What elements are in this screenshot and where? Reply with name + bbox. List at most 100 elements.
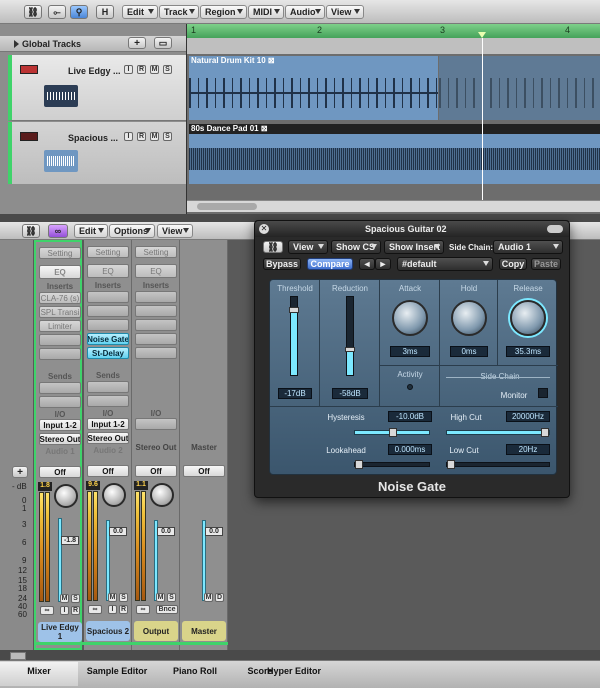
region-1[interactable] (189, 66, 438, 120)
global-tracks-header[interactable]: Global Tracks + ▭ (0, 36, 186, 52)
track-2-input-button[interactable]: I (124, 132, 133, 141)
track-header-2[interactable]: Spacious ... I R M S (8, 122, 186, 184)
strip-1-pan-knob[interactable] (54, 484, 78, 508)
strip-2-link-icon[interactable]: ∞ (88, 605, 102, 614)
copy-button[interactable]: Copy (499, 258, 527, 270)
strip-2-solo-button[interactable]: S (119, 593, 128, 602)
tab-mixer[interactable]: Mixer (0, 662, 78, 686)
release-knob[interactable] (510, 300, 546, 336)
low-cut-slider[interactable] (446, 460, 550, 469)
record-arm-icon[interactable] (20, 65, 38, 74)
strip-1-solo-button[interactable]: S (71, 594, 80, 603)
track-1-input-button[interactable]: I (124, 65, 133, 74)
strip-4-mute-button[interactable]: M (204, 593, 213, 602)
lookahead-thumb[interactable] (355, 460, 363, 469)
threshold-value[interactable]: -17dB (278, 388, 312, 399)
catch-tool-icon[interactable]: ⟜ (48, 5, 66, 19)
region-2[interactable] (189, 134, 600, 184)
strip-2-setting-button[interactable]: Setting (87, 246, 129, 258)
strip-2-eq-button[interactable]: EQ (87, 264, 129, 278)
mixer-view-menu[interactable]: View (157, 224, 193, 238)
hysteresis-value[interactable]: -10.0dB (388, 411, 432, 422)
strip-3-bounce-button[interactable]: Bnce (156, 605, 178, 614)
add-channel-button[interactable]: + (12, 466, 28, 478)
close-icon[interactable]: ✕ (259, 224, 269, 234)
midi-in-icon[interactable]: ⚲ (70, 5, 88, 19)
arrange-region-menu[interactable]: Region (200, 5, 247, 19)
high-cut-thumb[interactable] (541, 428, 549, 437)
hold-value[interactable]: 0ms (450, 346, 488, 357)
hide-button[interactable]: H (96, 5, 114, 19)
compare-button[interactable]: Compare (307, 258, 353, 270)
region-1-header[interactable]: Natural Drum Kit 10 ⊠ (189, 56, 438, 66)
strip-4-dim-button[interactable]: D (215, 593, 224, 602)
strip-1-insert-5[interactable] (39, 348, 81, 360)
high-cut-slider[interactable] (446, 428, 550, 437)
strip-3-volume-display[interactable]: 0.0 (157, 527, 175, 536)
track-header-1[interactable]: Live Edgy ... I R M S (8, 55, 186, 121)
plugin-view-menu[interactable]: View (288, 240, 328, 254)
strip-1-send-1[interactable] (39, 382, 81, 394)
track-1-record-button[interactable]: R (137, 65, 146, 74)
strip-4-name[interactable]: Master (182, 621, 226, 641)
threshold-slider-thumb[interactable] (289, 307, 299, 313)
add-track-button[interactable]: + (128, 37, 146, 49)
disclosure-triangle-icon[interactable] (14, 40, 19, 48)
strip-1-record-button[interactable]: R (71, 606, 80, 615)
plugin-title-bar[interactable]: ✕ Spacious Guitar 02 (255, 221, 569, 237)
strip-3-automation[interactable]: Off (135, 465, 177, 477)
strip-3-insert-5[interactable] (135, 347, 177, 359)
lookahead-value[interactable]: 0.000ms (388, 444, 432, 455)
strip-1-input[interactable]: Input 1-2 (39, 419, 81, 431)
strip-3-insert-1[interactable] (135, 291, 177, 303)
bar-ruler[interactable]: 1 2 3 4 (187, 24, 600, 38)
strip-1-link-icon[interactable]: ∞ (40, 606, 54, 615)
strip-2-name[interactable]: Spacious 2 (86, 621, 130, 641)
track-2-mute-button[interactable]: M (150, 132, 159, 141)
global-view-button[interactable]: ▭ (154, 37, 172, 49)
collapse-button[interactable] (547, 225, 563, 233)
arrange-audio-menu[interactable]: Audio (285, 5, 325, 19)
low-cut-value[interactable]: 20Hz (506, 444, 550, 455)
threshold-slider-track[interactable] (289, 296, 299, 376)
region-2-header[interactable]: 80s Dance Pad 01 ⊠ (189, 124, 600, 134)
bypass-button[interactable]: Bypass (263, 258, 301, 270)
attack-knob[interactable] (392, 300, 428, 336)
track-2-solo-button[interactable]: S (163, 132, 172, 141)
strip-1-setting-button[interactable]: Setting (39, 247, 81, 259)
high-cut-value[interactable]: 20000Hz (506, 411, 550, 422)
strip-3-link-icon[interactable]: ∞ (136, 605, 150, 614)
strip-1-name[interactable]: Live Edgy 1 (38, 622, 82, 642)
release-value[interactable]: 35.3ms (506, 346, 550, 357)
hold-knob[interactable] (451, 300, 487, 336)
strip-2-insert-st-delay[interactable]: St-Delay (87, 347, 129, 359)
strip-1-send-2[interactable] (39, 396, 81, 408)
strip-2-mute-button[interactable]: M (108, 593, 117, 602)
strip-1-volume-display[interactable]: -1.8 (61, 536, 79, 545)
strip-3-setting-button[interactable]: Setting (135, 246, 177, 258)
side-chain-menu[interactable]: Audio 1 (493, 240, 563, 254)
lookahead-slider[interactable] (354, 460, 430, 469)
track-1-solo-button[interactable]: S (163, 65, 172, 74)
arrange-edit-menu[interactable]: Edit (122, 5, 158, 19)
preset-menu[interactable]: #default (397, 257, 493, 271)
strip-3-insert-2[interactable] (135, 305, 177, 317)
strip-1-eq-button[interactable]: EQ (39, 265, 81, 279)
paste-button[interactable]: Paste (531, 258, 561, 270)
strip-3-io-slot[interactable] (135, 418, 177, 430)
strip-3-eq-button[interactable]: EQ (135, 264, 177, 278)
strip-2-send-2[interactable] (87, 395, 129, 407)
mixer-link-icon[interactable]: ⛓ (22, 224, 40, 238)
tab-hyper-editor[interactable]: Hyper Editor (254, 666, 334, 680)
strip-3-balance-knob[interactable] (150, 483, 174, 507)
strip-2-automation[interactable]: Off (87, 465, 129, 477)
next-preset-button[interactable]: ► (375, 258, 391, 270)
mixer-edit-menu[interactable]: Edit (74, 224, 108, 238)
scroll-thumb[interactable] (197, 203, 257, 210)
arrange-midi-menu[interactable]: MIDI (248, 5, 284, 19)
show-cs-menu[interactable]: Show CS (331, 240, 381, 254)
hysteresis-thumb[interactable] (389, 428, 397, 437)
strip-1-insert-1[interactable]: CLA-76 (s) (39, 292, 81, 304)
strip-1-fader-track[interactable] (58, 518, 62, 602)
strip-2-insert-empty-2[interactable] (87, 305, 129, 317)
